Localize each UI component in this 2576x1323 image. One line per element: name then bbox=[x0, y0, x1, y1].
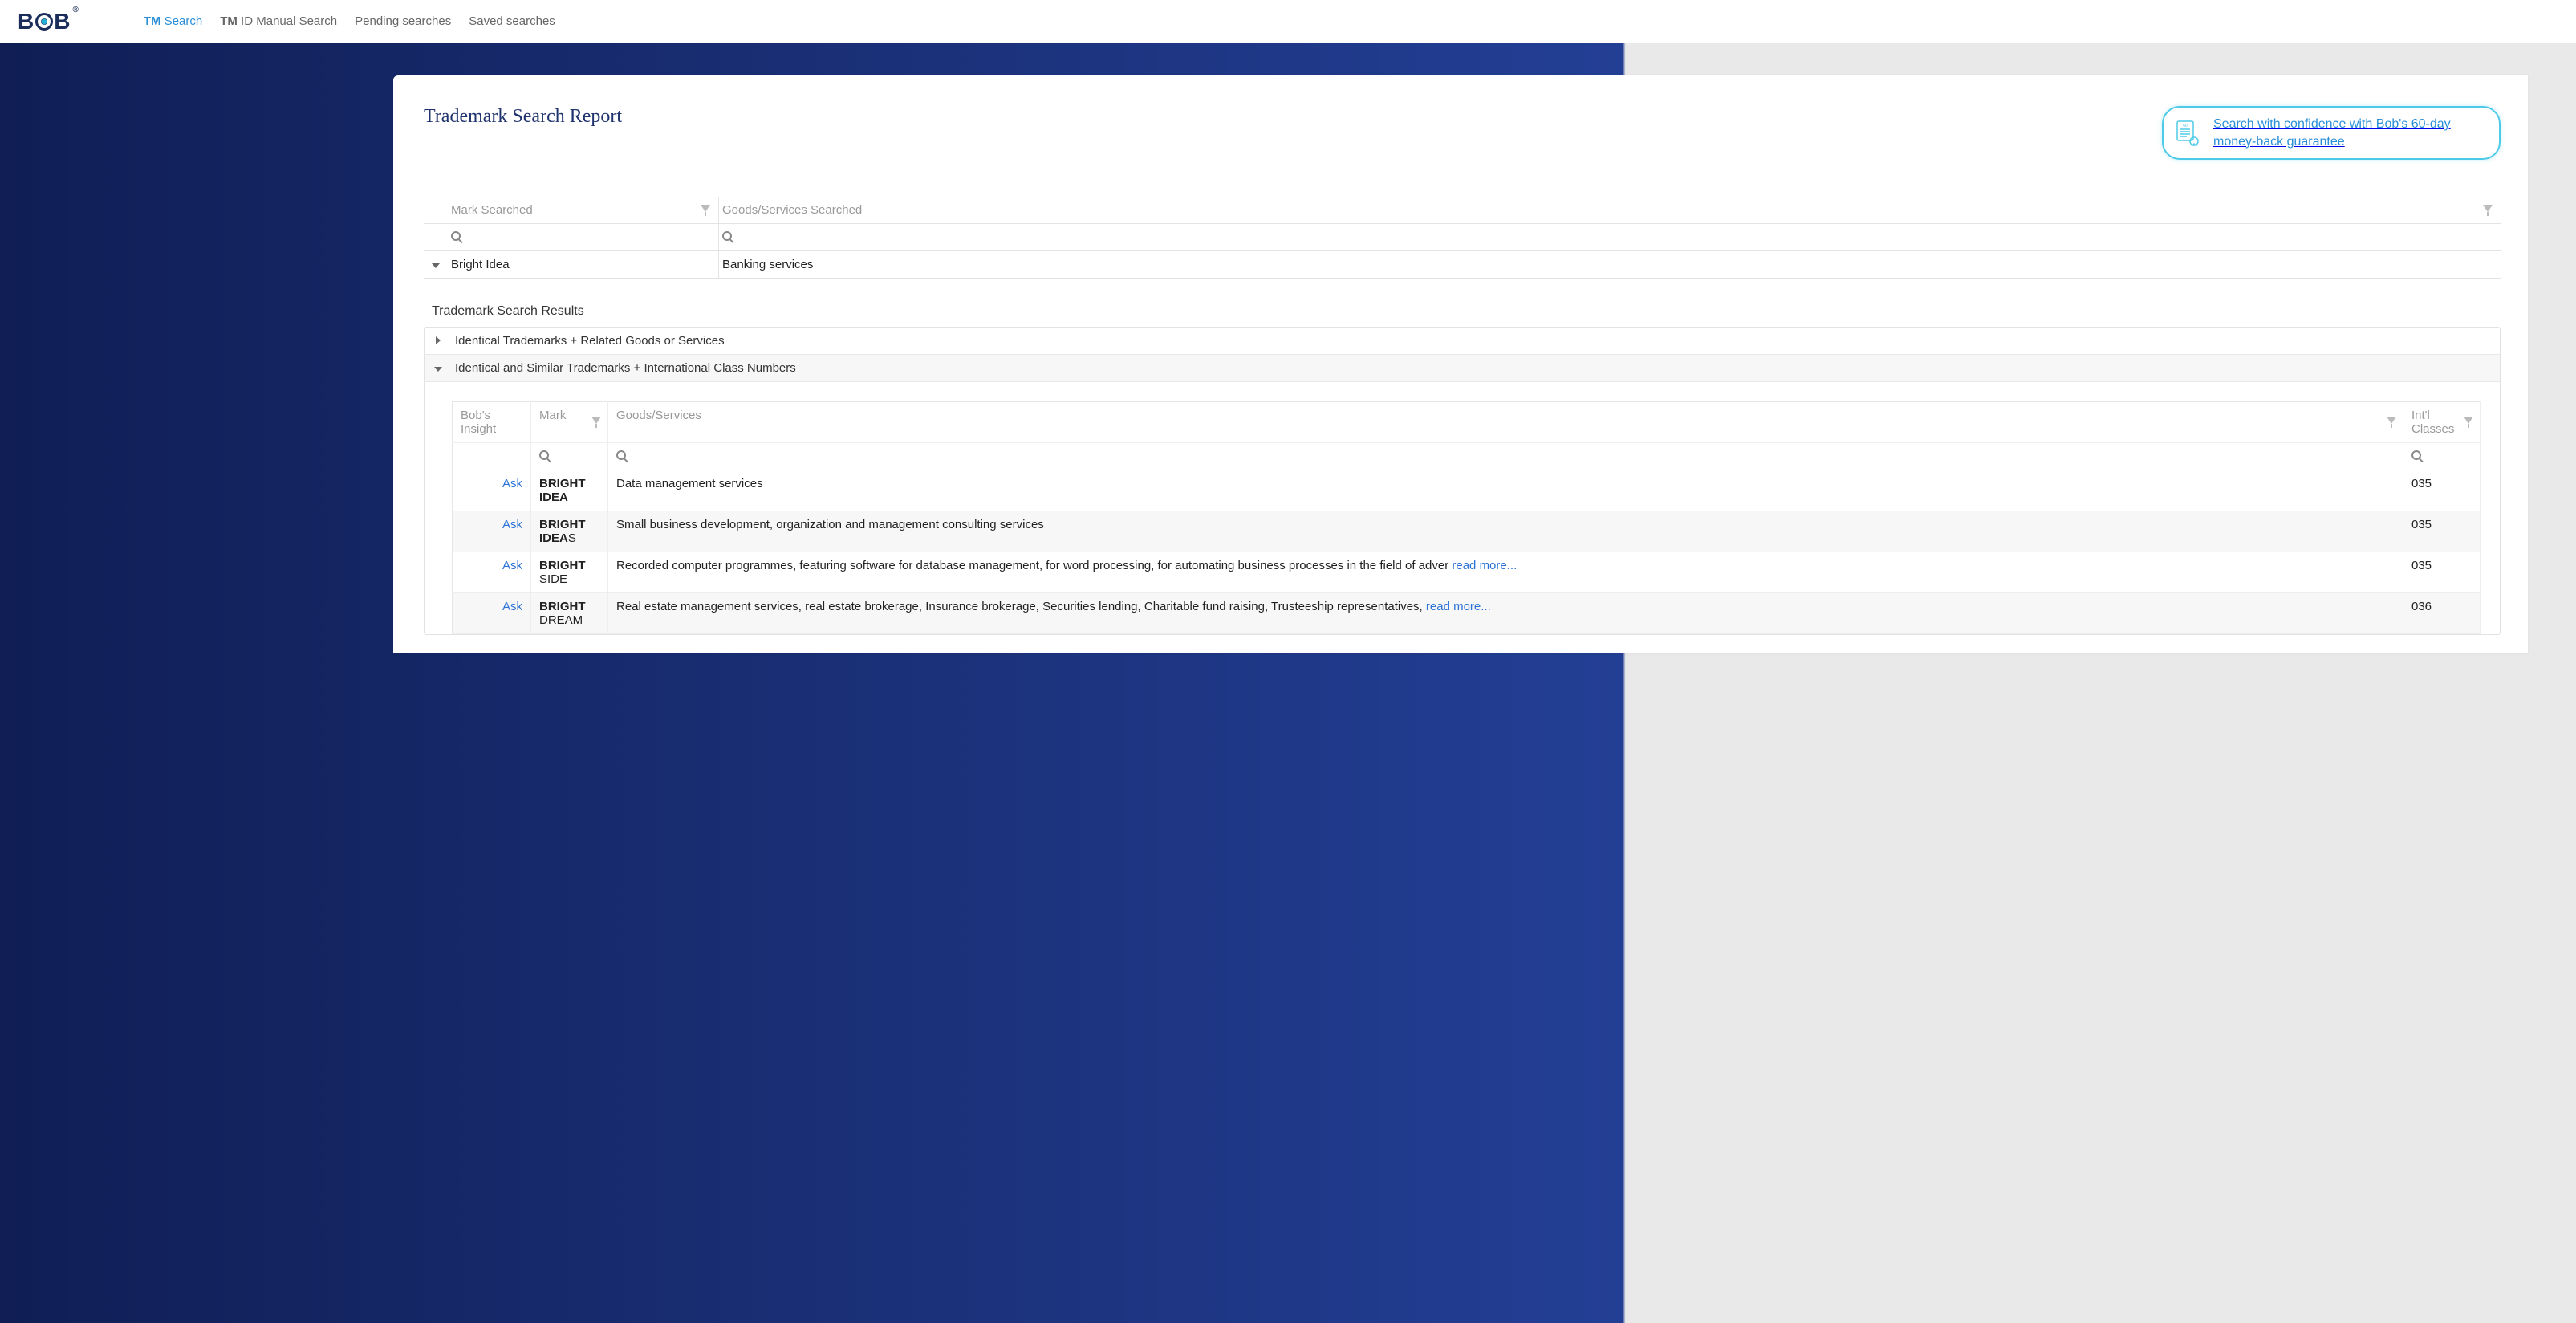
col-header-gs-label: Goods/Services bbox=[616, 409, 701, 422]
col-header-classes-label: Int'l Classes bbox=[2411, 409, 2454, 436]
ask-link[interactable]: Ask bbox=[502, 600, 522, 613]
nav-link-label: ID Manual Search bbox=[238, 14, 337, 28]
col-header-gs[interactable]: Goods/Services bbox=[608, 402, 2403, 443]
cell-mark: BRIGHT SIDE bbox=[531, 552, 608, 593]
filter-icon[interactable] bbox=[2483, 205, 2493, 216]
col-header-classes[interactable]: Int'l Classes bbox=[2403, 402, 2481, 443]
logo-registered-mark: ® bbox=[72, 6, 79, 14]
col-header-mark-searched-label: Mark Searched bbox=[451, 203, 533, 217]
col-header-mark-searched[interactable]: Mark Searched bbox=[448, 197, 719, 223]
cell-intl-class: 035 bbox=[2403, 511, 2481, 552]
col-header-mark[interactable]: Mark bbox=[531, 402, 608, 443]
nav-link-tm: TM bbox=[220, 14, 238, 28]
read-more-link[interactable]: read more... bbox=[1452, 559, 1517, 572]
guarantee-text: Search with confidence with Bob's 60-day… bbox=[2213, 116, 2478, 150]
filter-icon[interactable] bbox=[701, 205, 710, 216]
page-background: Trademark Search Report 60 Search with c… bbox=[0, 43, 2576, 1323]
search-icon bbox=[616, 450, 626, 460]
results-title: Trademark Search Results bbox=[432, 304, 2501, 319]
search-params-table: Mark Searched Goods/Services Searched Br… bbox=[424, 197, 2501, 279]
filter-icon[interactable] bbox=[591, 417, 601, 428]
filter-input-mark[interactable] bbox=[531, 443, 608, 470]
goods-services-searched-value: Banking services bbox=[719, 251, 2501, 278]
report-card: Trademark Search Report 60 Search with c… bbox=[393, 75, 2528, 653]
search-icon bbox=[722, 231, 732, 241]
guarantee-icon: 60 bbox=[2175, 120, 2200, 147]
search-cell-gs[interactable] bbox=[719, 224, 2501, 250]
cell-goods-services: Small business development, organization… bbox=[608, 511, 2403, 552]
expand-row-button[interactable] bbox=[424, 258, 448, 271]
filter-input-classes[interactable] bbox=[2403, 443, 2481, 470]
search-icon bbox=[451, 231, 461, 241]
mark-searched-value: Bright Idea bbox=[448, 251, 719, 278]
col-header-insight[interactable]: Bob's Insight bbox=[453, 402, 531, 443]
group-label: Identical Trademarks + Related Goods or … bbox=[455, 334, 725, 348]
search-cell-mark[interactable] bbox=[448, 224, 719, 250]
nav-link-0[interactable]: TM Search bbox=[144, 14, 202, 28]
cell-intl-class: 036 bbox=[2403, 593, 2481, 634]
nav-link-label: Saved searches bbox=[469, 14, 555, 28]
nav-link-2[interactable]: Pending searches bbox=[355, 14, 451, 28]
cell-goods-services: Real estate management services, real es… bbox=[608, 593, 2403, 634]
filter-icon[interactable] bbox=[2387, 417, 2396, 428]
results-table: Bob's Insight Mark Goods/Services Int'l … bbox=[452, 401, 2481, 634]
col-header-gs-label: Goods/Services Searched bbox=[722, 203, 862, 217]
group-identical-similar-classes[interactable]: Identical and Similar Trademarks + Inter… bbox=[425, 355, 2500, 382]
cell-mark: BRIGHT DREAM bbox=[531, 593, 608, 634]
chevron-down-icon bbox=[432, 258, 440, 271]
svg-text:60: 60 bbox=[2183, 124, 2188, 128]
filter-input-gs[interactable] bbox=[608, 443, 2403, 470]
primary-nav: TM SearchTM ID Manual SearchPending sear… bbox=[144, 14, 555, 28]
table-row: Ask BRIGHT DREAMReal estate management se… bbox=[453, 593, 2481, 634]
results-panel: Identical Trademarks + Related Goods or … bbox=[424, 327, 2501, 635]
group-label: Identical and Similar Trademarks + Inter… bbox=[455, 361, 796, 375]
logo-eye-icon bbox=[35, 13, 53, 31]
nav-link-1[interactable]: TM ID Manual Search bbox=[220, 14, 337, 28]
top-nav: B B ® TM SearchTM ID Manual SearchPendin… bbox=[0, 0, 2576, 43]
cell-intl-class: 035 bbox=[2403, 552, 2481, 593]
search-icon bbox=[2411, 450, 2421, 460]
nav-link-label: Pending searches bbox=[355, 14, 451, 28]
group-identical-related[interactable]: Identical Trademarks + Related Goods or … bbox=[425, 328, 2500, 355]
search-icon bbox=[539, 450, 549, 460]
ask-link[interactable]: Ask bbox=[502, 518, 522, 531]
guarantee-callout[interactable]: 60 Search with confidence with Bob's 60-… bbox=[2162, 106, 2501, 160]
chevron-down-icon bbox=[434, 361, 442, 375]
nav-link-3[interactable]: Saved searches bbox=[469, 14, 555, 28]
cell-intl-class: 035 bbox=[2403, 470, 2481, 511]
cell-mark: BRIGHT IDEAS bbox=[531, 511, 608, 552]
filter-icon[interactable] bbox=[2464, 417, 2473, 428]
cell-goods-services: Recorded computer programmes, featuring … bbox=[608, 552, 2403, 593]
col-header-mark-label: Mark bbox=[539, 409, 566, 422]
read-more-link[interactable]: read more... bbox=[1426, 600, 1491, 613]
ask-link[interactable]: Ask bbox=[502, 477, 522, 491]
results-table-wrap: Bob's Insight Mark Goods/Services Int'l … bbox=[425, 382, 2500, 634]
logo-letter-b2: B bbox=[54, 9, 71, 35]
ask-link[interactable]: Ask bbox=[502, 559, 522, 572]
logo-letter-b1: B bbox=[18, 9, 35, 35]
col-header-goods-services-searched[interactable]: Goods/Services Searched bbox=[719, 197, 2501, 223]
page-title: Trademark Search Report bbox=[424, 106, 622, 128]
table-row: Ask BRIGHT SIDERecorded computer programm… bbox=[453, 552, 2481, 593]
nav-link-tm: TM bbox=[144, 14, 161, 28]
chevron-right-icon bbox=[434, 334, 442, 348]
logo[interactable]: B B ® bbox=[18, 9, 79, 35]
cell-mark: BRIGHT IDEA bbox=[531, 470, 608, 511]
col-header-insight-label: Bob's Insight bbox=[461, 409, 496, 436]
table-row: Ask BRIGHT IDEAData management services03… bbox=[453, 470, 2481, 511]
nav-link-label: Search bbox=[161, 14, 203, 28]
cell-goods-services: Data management services bbox=[608, 470, 2403, 511]
table-row: Ask BRIGHT IDEASSmall business developmen… bbox=[453, 511, 2481, 552]
